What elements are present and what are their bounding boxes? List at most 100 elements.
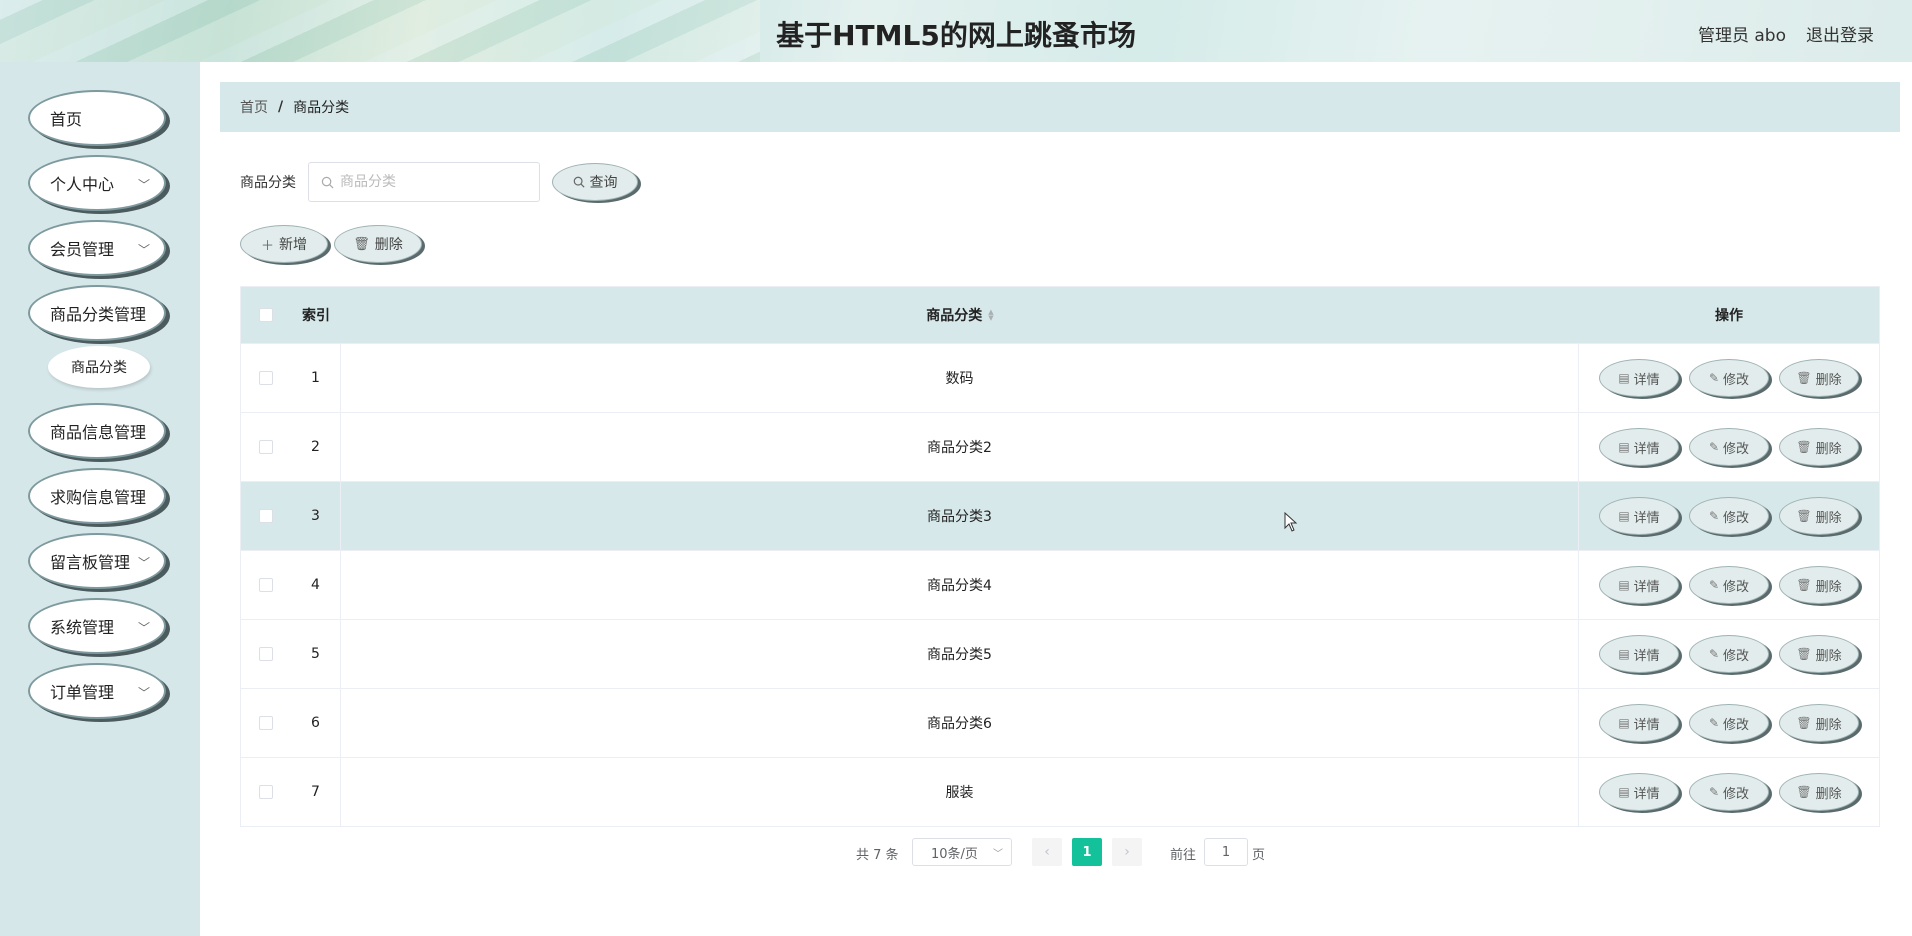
delete-button-label: 删除 <box>1815 441 1842 457</box>
table-row[interactable]: 5 商品分类5 ▤ 详情 ✎ 修改 🗑 删除 <box>241 619 1879 688</box>
delete-button[interactable]: 🗑 删除 <box>1779 635 1859 673</box>
detail-button-label: 详情 <box>1633 510 1660 526</box>
row-category: 服装 <box>341 758 1579 826</box>
row-actions: ▤ 详情 ✎ 修改 🗑 删除 <box>1579 620 1879 688</box>
column-header-category[interactable]: 商品分类 ▲ ▼ <box>341 287 1579 343</box>
next-page-button[interactable]: › <box>1112 838 1142 866</box>
edit-button[interactable]: ✎ 修改 <box>1689 704 1769 742</box>
delete-button[interactable]: 🗑 删除 <box>1779 359 1859 397</box>
page-size-select[interactable]: 10条/页 ﹀ <box>912 838 1012 866</box>
sidebar-item-order-management[interactable]: 订单管理 ﹀ <box>28 663 166 719</box>
detail-button-label: 详情 <box>1633 441 1660 457</box>
trash-icon: 🗑 <box>1796 716 1812 730</box>
edit-button[interactable]: ✎ 修改 <box>1689 773 1769 811</box>
row-category: 商品分类2 <box>341 413 1579 481</box>
search-label: 商品分类 <box>240 175 296 191</box>
detail-button[interactable]: ▤ 详情 <box>1599 566 1679 604</box>
table-header: 索引 商品分类 ▲ ▼ 操作 <box>241 287 1879 343</box>
detail-button[interactable]: ▤ 详情 <box>1599 635 1679 673</box>
plus-icon: ＋ <box>260 238 274 254</box>
sidebar-subitem-category[interactable]: 商品分类 <box>48 346 150 388</box>
edit-button-label: 修改 <box>1723 579 1750 595</box>
sidebar-item-home[interactable]: 首页 <box>28 90 166 146</box>
document-icon: ▤ <box>1618 785 1630 799</box>
select-all-checkbox[interactable] <box>259 308 273 322</box>
delete-button-label: 删除 <box>1815 372 1842 388</box>
query-button-label: 查询 <box>589 175 618 191</box>
logout-link[interactable]: 退出登录 <box>1806 21 1874 46</box>
chevron-down-icon: ﹀ <box>137 686 150 700</box>
sidebar-item-label: 会员管理 <box>50 240 115 259</box>
delete-button[interactable]: 🗑 删除 <box>1779 704 1859 742</box>
table-row[interactable]: 4 商品分类4 ▤ 详情 ✎ 修改 🗑 删除 <box>241 550 1879 619</box>
table-row[interactable]: 1 数码 ▤ 详情 ✎ 修改 🗑 删除 <box>241 343 1879 412</box>
table-row[interactable]: 6 商品分类6 ▤ 详情 ✎ 修改 🗑 删除 <box>241 688 1879 757</box>
row-actions: ▤ 详情 ✎ 修改 🗑 删除 <box>1579 344 1879 412</box>
goto-label: 前往 <box>1170 848 1197 863</box>
search-field[interactable] <box>308 162 540 202</box>
sidebar-item-label: 首页 <box>50 110 83 129</box>
row-actions: ▤ 详情 ✎ 修改 🗑 删除 <box>1579 551 1879 619</box>
row-checkbox[interactable] <box>259 440 273 454</box>
row-index: 4 <box>291 551 341 619</box>
goto-page-suffix: 页 <box>1252 848 1266 863</box>
page-number-current[interactable]: 1 <box>1072 838 1102 866</box>
detail-button-label: 详情 <box>1633 786 1660 802</box>
chevron-right-icon: › <box>1124 844 1130 860</box>
row-checkbox[interactable] <box>259 647 273 661</box>
breadcrumb-current: 商品分类 <box>293 100 350 116</box>
edit-button[interactable]: ✎ 修改 <box>1689 635 1769 673</box>
detail-button[interactable]: ▤ 详情 <box>1599 359 1679 397</box>
row-checkbox[interactable] <box>259 578 273 592</box>
detail-button[interactable]: ▤ 详情 <box>1599 773 1679 811</box>
pagination-total: 共 7 条 <box>856 848 899 863</box>
detail-button[interactable]: ▤ 详情 <box>1599 497 1679 535</box>
edit-button[interactable]: ✎ 修改 <box>1689 497 1769 535</box>
table-row[interactable]: 2 商品分类2 ▤ 详情 ✎ 修改 🗑 删除 <box>241 412 1879 481</box>
row-index: 1 <box>291 344 341 412</box>
table-row[interactable]: 3 商品分类3 ▤ 详情 ✎ 修改 🗑 删除 <box>241 481 1879 550</box>
search-input[interactable] <box>340 174 520 190</box>
sidebar-item-product-info-management[interactable]: 商品信息管理 <box>28 403 166 459</box>
delete-button[interactable]: 🗑 删除 <box>1779 428 1859 466</box>
sidebar-item-message-board-management[interactable]: 留言板管理 ﹀ <box>28 533 166 589</box>
row-actions: ▤ 详情 ✎ 修改 🗑 删除 <box>1579 689 1879 757</box>
sidebar-item-member-management[interactable]: 会员管理 ﹀ <box>28 220 166 276</box>
row-actions: ▤ 详情 ✎ 修改 🗑 删除 <box>1579 758 1879 826</box>
batch-delete-button[interactable]: 🗑 删除 <box>334 225 422 263</box>
pencil-icon: ✎ <box>1708 716 1720 730</box>
edit-button[interactable]: ✎ 修改 <box>1689 428 1769 466</box>
sidebar-item-label: 个人中心 <box>50 175 115 194</box>
prev-page-button[interactable]: ‹ <box>1032 838 1062 866</box>
detail-button[interactable]: ▤ 详情 <box>1599 704 1679 742</box>
table-body: 1 数码 ▤ 详情 ✎ 修改 🗑 删除 2 商品分类2 ▤ 详情 ✎ 修改 🗑 删除 3 商品分类3 ▤ 详情 ✎ 修改 🗑… <box>241 343 1879 826</box>
delete-button[interactable]: 🗑 删除 <box>1779 497 1859 535</box>
sidebar-item-personal-center[interactable]: 个人中心 ﹀ <box>28 155 166 211</box>
goto-page-input[interactable]: 1 <box>1204 838 1248 866</box>
sidebar-item-system-management[interactable]: 系统管理 ﹀ <box>28 598 166 654</box>
trash-icon: 🗑 <box>1796 371 1812 385</box>
add-button[interactable]: ＋ 新增 <box>240 225 328 263</box>
sidebar-item-wanted-info-management[interactable]: 求购信息管理 <box>28 468 166 524</box>
edit-button-label: 修改 <box>1723 648 1750 664</box>
query-button[interactable]: 查询 <box>552 163 638 201</box>
chevron-down-icon: ﹀ <box>993 849 1003 860</box>
sidebar-subitem-label: 商品分类 <box>71 360 127 376</box>
sidebar: 首页 个人中心 ﹀ 会员管理 ﹀ 商品分类管理 商品分类 商品信息管理 求购信息… <box>0 62 200 936</box>
delete-button[interactable]: 🗑 删除 <box>1779 566 1859 604</box>
detail-button[interactable]: ▤ 详情 <box>1599 428 1679 466</box>
add-button-label: 新增 <box>279 237 307 253</box>
row-index: 5 <box>291 620 341 688</box>
row-checkbox[interactable] <box>259 509 273 523</box>
chevron-left-icon: ‹ <box>1044 844 1050 860</box>
table-row[interactable]: 7 服装 ▤ 详情 ✎ 修改 🗑 删除 <box>241 757 1879 826</box>
breadcrumb-home[interactable]: 首页 <box>240 97 268 117</box>
sidebar-item-category-management[interactable]: 商品分类管理 <box>28 285 166 341</box>
sort-icon[interactable]: ▲ ▼ <box>988 309 993 322</box>
row-checkbox[interactable] <box>259 716 273 730</box>
row-checkbox[interactable] <box>259 371 273 385</box>
edit-button[interactable]: ✎ 修改 <box>1689 359 1769 397</box>
delete-button[interactable]: 🗑 删除 <box>1779 773 1859 811</box>
edit-button[interactable]: ✎ 修改 <box>1689 566 1769 604</box>
row-checkbox[interactable] <box>259 785 273 799</box>
